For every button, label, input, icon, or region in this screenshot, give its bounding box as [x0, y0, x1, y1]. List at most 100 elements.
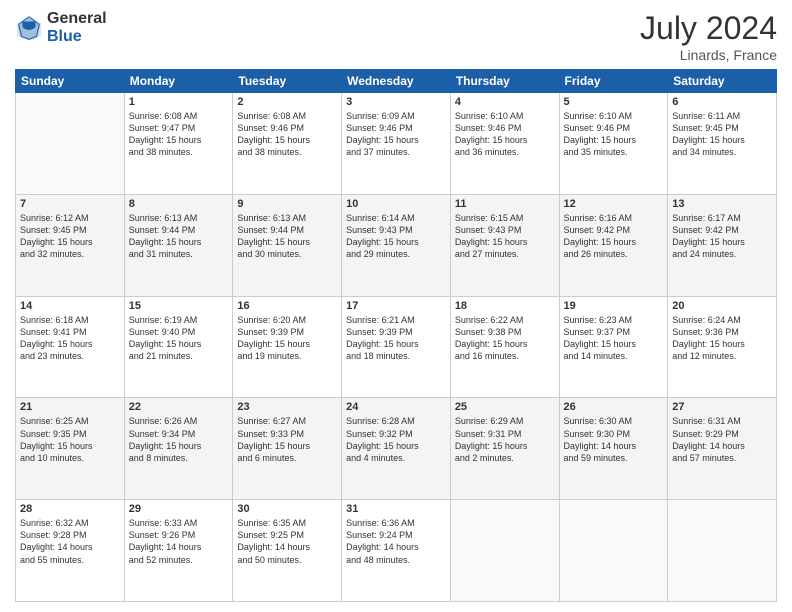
day-number: 4 [455, 96, 555, 108]
table-row: 10 Sunrise: 6:14 AM Sunset: 9:43 PM Dayli… [342, 194, 451, 296]
logo-text: General Blue [47, 10, 107, 45]
day-info: Sunrise: 6:17 AM Sunset: 9:42 PM Dayligh… [672, 212, 772, 261]
logo-icon [15, 14, 43, 42]
table-row: 30Sunrise: 6:35 AM Sunset: 9:25 PM Dayli… [233, 500, 342, 602]
day-info: Sunrise: 6:30 AM Sunset: 9:30 PM Dayligh… [564, 415, 664, 464]
day-info: Sunrise: 6:19 AM Sunset: 9:40 PM Dayligh… [129, 314, 229, 363]
table-row [668, 500, 777, 602]
table-row [559, 500, 668, 602]
weekday-saturday: Saturday [668, 70, 777, 93]
table-row: 15 Sunrise: 6:19 AM Sunset: 9:40 PM Dayli… [124, 296, 233, 398]
day-number: 5 [564, 96, 664, 108]
day-number: 18 [455, 300, 555, 312]
day-number: 16 [237, 300, 337, 312]
calendar-week-4: 21Sunrise: 6:25 AM Sunset: 9:35 PM Dayli… [16, 398, 777, 500]
day-info: Sunrise: 6:09 AM Sunset: 9:46 PM Dayligh… [346, 110, 446, 159]
day-info: Sunrise: 6:31 AM Sunset: 9:29 PM Dayligh… [672, 415, 772, 464]
day-number: 3 [346, 96, 446, 108]
day-number: 24 [346, 401, 446, 413]
day-info: Sunrise: 6:11 AM Sunset: 9:45 PM Dayligh… [672, 110, 772, 159]
day-info: Sunrise: 6:27 AM Sunset: 9:33 PM Dayligh… [237, 415, 337, 464]
calendar-table: SundayMondayTuesdayWednesdayThursdayFrid… [15, 69, 777, 602]
day-number: 22 [129, 401, 229, 413]
table-row: 2 Sunrise: 6:08 AM Sunset: 9:46 PM Daylig… [233, 93, 342, 195]
day-number: 8 [129, 198, 229, 210]
month-year: July 2024 [640, 10, 777, 47]
day-info: Sunrise: 6:36 AM Sunset: 9:24 PM Dayligh… [346, 517, 446, 566]
day-number: 14 [20, 300, 120, 312]
day-info: Sunrise: 6:20 AM Sunset: 9:39 PM Dayligh… [237, 314, 337, 363]
weekday-tuesday: Tuesday [233, 70, 342, 93]
day-number: 29 [129, 503, 229, 515]
day-info: Sunrise: 6:26 AM Sunset: 9:34 PM Dayligh… [129, 415, 229, 464]
weekday-friday: Friday [559, 70, 668, 93]
day-info: Sunrise: 6:28 AM Sunset: 9:32 PM Dayligh… [346, 415, 446, 464]
location: Linards, France [640, 47, 777, 63]
weekday-wednesday: Wednesday [342, 70, 451, 93]
title-section: July 2024 Linards, France [640, 10, 777, 63]
table-row: 22 Sunrise: 6:26 AM Sunset: 9:34 PM Dayli… [124, 398, 233, 500]
day-info: Sunrise: 6:15 AM Sunset: 9:43 PM Dayligh… [455, 212, 555, 261]
table-row: 8 Sunrise: 6:13 AM Sunset: 9:44 PM Daylig… [124, 194, 233, 296]
day-info: Sunrise: 6:33 AM Sunset: 9:26 PM Dayligh… [129, 517, 229, 566]
day-number: 25 [455, 401, 555, 413]
weekday-thursday: Thursday [450, 70, 559, 93]
day-number: 28 [20, 503, 120, 515]
day-number: 17 [346, 300, 446, 312]
table-row: 1 Sunrise: 6:08 AM Sunset: 9:47 PM Daylig… [124, 93, 233, 195]
day-number: 10 [346, 198, 446, 210]
logo: General Blue [15, 10, 107, 45]
day-info: Sunrise: 6:08 AM Sunset: 9:46 PM Dayligh… [237, 110, 337, 159]
table-row: 6 Sunrise: 6:11 AM Sunset: 9:45 PM Daylig… [668, 93, 777, 195]
day-number: 21 [20, 401, 120, 413]
calendar-week-2: 7 Sunrise: 6:12 AM Sunset: 9:45 PM Daylig… [16, 194, 777, 296]
table-row: 29 Sunrise: 6:33 AM Sunset: 9:26 PM Dayli… [124, 500, 233, 602]
day-number: 26 [564, 401, 664, 413]
day-number: 27 [672, 401, 772, 413]
table-row: 19 Sunrise: 6:23 AM Sunset: 9:37 PM Dayli… [559, 296, 668, 398]
day-number: 20 [672, 300, 772, 312]
day-info: Sunrise: 6:12 AM Sunset: 9:45 PM Dayligh… [20, 212, 120, 261]
day-info: Sunrise: 6:18 AM Sunset: 9:41 PM Dayligh… [20, 314, 120, 363]
day-number: 13 [672, 198, 772, 210]
weekday-sunday: Sunday [16, 70, 125, 93]
table-row [16, 93, 125, 195]
day-info: Sunrise: 6:13 AM Sunset: 9:44 PM Dayligh… [129, 212, 229, 261]
day-number: 19 [564, 300, 664, 312]
table-row: 26 Sunrise: 6:30 AM Sunset: 9:30 PM Dayli… [559, 398, 668, 500]
calendar-week-3: 14 Sunrise: 6:18 AM Sunset: 9:41 PM Dayli… [16, 296, 777, 398]
day-info: Sunrise: 6:22 AM Sunset: 9:38 PM Dayligh… [455, 314, 555, 363]
day-number: 1 [129, 96, 229, 108]
header: General Blue July 2024 Linards, France [15, 10, 777, 63]
table-row: 16 Sunrise: 6:20 AM Sunset: 9:39 PM Dayli… [233, 296, 342, 398]
day-number: 12 [564, 198, 664, 210]
day-info: Sunrise: 6:24 AM Sunset: 9:36 PM Dayligh… [672, 314, 772, 363]
calendar-week-1: 1 Sunrise: 6:08 AM Sunset: 9:47 PM Daylig… [16, 93, 777, 195]
day-info: Sunrise: 6:14 AM Sunset: 9:43 PM Dayligh… [346, 212, 446, 261]
table-row: 9Sunrise: 6:13 AM Sunset: 9:44 PM Daylig… [233, 194, 342, 296]
day-info: Sunrise: 6:10 AM Sunset: 9:46 PM Dayligh… [564, 110, 664, 159]
day-info: Sunrise: 6:10 AM Sunset: 9:46 PM Dayligh… [455, 110, 555, 159]
day-info: Sunrise: 6:32 AM Sunset: 9:28 PM Dayligh… [20, 517, 120, 566]
day-info: Sunrise: 6:29 AM Sunset: 9:31 PM Dayligh… [455, 415, 555, 464]
table-row: 27 Sunrise: 6:31 AM Sunset: 9:29 PM Dayli… [668, 398, 777, 500]
day-number: 6 [672, 96, 772, 108]
day-number: 23 [237, 401, 337, 413]
table-row: 20 Sunrise: 6:24 AM Sunset: 9:36 PM Dayli… [668, 296, 777, 398]
table-row: 23 Sunrise: 6:27 AM Sunset: 9:33 PM Dayli… [233, 398, 342, 500]
day-info: Sunrise: 6:23 AM Sunset: 9:37 PM Dayligh… [564, 314, 664, 363]
day-number: 2 [237, 96, 337, 108]
table-row: 12Sunrise: 6:16 AM Sunset: 9:42 PM Dayli… [559, 194, 668, 296]
table-row: 13 Sunrise: 6:17 AM Sunset: 9:42 PM Dayli… [668, 194, 777, 296]
table-row: 5 Sunrise: 6:10 AM Sunset: 9:46 PM Daylig… [559, 93, 668, 195]
day-info: Sunrise: 6:13 AM Sunset: 9:44 PM Dayligh… [237, 212, 337, 261]
table-row: 25 Sunrise: 6:29 AM Sunset: 9:31 PM Dayli… [450, 398, 559, 500]
calendar-week-5: 28 Sunrise: 6:32 AM Sunset: 9:28 PM Dayli… [16, 500, 777, 602]
day-info: Sunrise: 6:08 AM Sunset: 9:47 PM Dayligh… [129, 110, 229, 159]
day-number: 7 [20, 198, 120, 210]
day-number: 30 [237, 503, 337, 515]
weekday-monday: Monday [124, 70, 233, 93]
table-row: 21Sunrise: 6:25 AM Sunset: 9:35 PM Dayli… [16, 398, 125, 500]
day-number: 11 [455, 198, 555, 210]
day-number: 15 [129, 300, 229, 312]
